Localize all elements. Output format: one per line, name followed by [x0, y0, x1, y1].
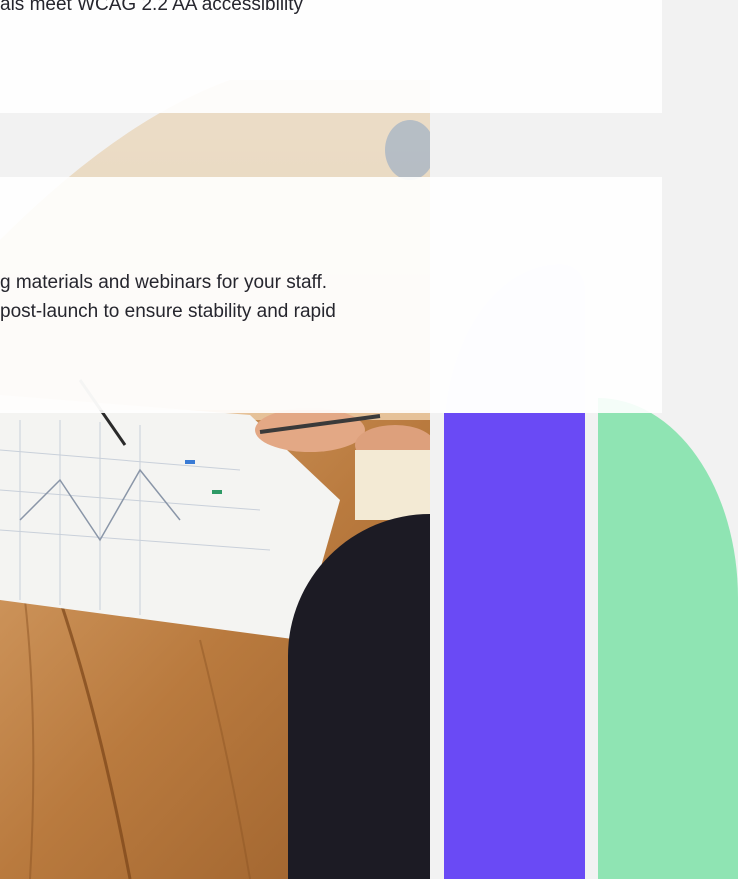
card-middle-line-1: g materials and webinars for your staff.	[0, 272, 328, 293]
green-arch-shape	[598, 398, 738, 879]
purple-bar-shape	[444, 413, 585, 879]
text-card-top: als meet WCAG 2.2 AA accessibility	[0, 0, 662, 113]
card-middle-line-2: post-launch to ensure stability and rapi…	[0, 301, 336, 322]
text-card-middle: g materials and webinars for your staff.…	[0, 177, 662, 413]
card-top-line-1: als meet WCAG 2.2 AA accessibility	[0, 0, 304, 15]
